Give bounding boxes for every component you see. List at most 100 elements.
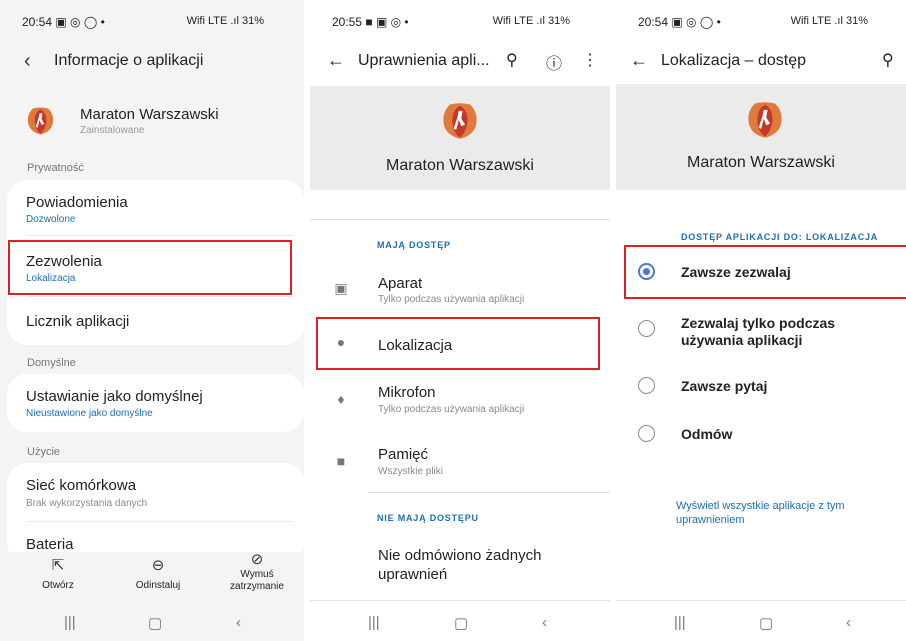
back-arrow-icon[interactable]: ← xyxy=(630,50,648,71)
status-bar: 20:55 ■ ▣ ◎ • Wifi LTE .ıl 31% xyxy=(310,0,610,40)
allowed-caption: MAJĄ DOSTĘP xyxy=(377,240,451,250)
option-ask-label: Zawsze pytaj xyxy=(681,378,768,394)
divider xyxy=(310,600,610,601)
help-icon[interactable]: ⓘ xyxy=(546,50,562,74)
status-bar: 20:54 ▣ ◎ ◯ • Wifi LTE .ıl 31% xyxy=(616,0,906,40)
recents-icon[interactable]: ||| xyxy=(64,614,76,631)
radio-unselected[interactable] xyxy=(638,377,655,394)
recents-icon[interactable]: ||| xyxy=(674,614,686,631)
app-banner: Maraton Warszawski xyxy=(616,84,906,190)
link-line-1: Wyświetl wszystkie aplikacje z tym xyxy=(676,500,845,512)
uninstall-button[interactable]: ⊖ Odinstaluj xyxy=(128,556,188,591)
storage-title: Pamięć xyxy=(378,446,429,463)
app-counter-title: Licznik aplikacji xyxy=(26,313,130,330)
page-title: Informacje o aplikacji xyxy=(54,52,204,69)
recents-icon[interactable]: ||| xyxy=(368,614,380,631)
back-icon[interactable]: ‹ xyxy=(236,614,241,631)
status-time: 20:54 ▣ ◎ ◯ • xyxy=(638,15,721,29)
microphone-title: Mikrofon xyxy=(378,384,436,401)
divider xyxy=(310,219,610,220)
divider xyxy=(368,492,610,493)
folder-icon: ■ xyxy=(336,453,346,469)
banner-app-name: Maraton Warszawski xyxy=(687,154,835,171)
bottom-action-bar: ⇱ Otwórz ⊖ Odinstaluj ⊘ Wymuś zatrzymani… xyxy=(0,552,304,604)
radio-unselected[interactable] xyxy=(638,320,655,337)
location-access-screen: 20:54 ▣ ◎ ◯ • Wifi LTE .ıl 31% ← Lokaliz… xyxy=(616,0,906,641)
app-name: Maraton Warszawski xyxy=(80,106,219,123)
highlight-box xyxy=(316,317,600,370)
status-indicators: Wifi LTE .ıl 31% xyxy=(186,15,264,27)
app-banner: Maraton Warszawski xyxy=(310,86,610,190)
location-header: ← Lokalizacja – dostęp ⚲ xyxy=(616,44,906,80)
status-indicators: Wifi LTE .ıl 31% xyxy=(790,15,868,27)
defaults-card[interactable]: Ustawianie jako domyślnej Nieustawione j… xyxy=(7,374,304,432)
page-title: Lokalizacja – dostęp xyxy=(661,52,806,69)
force-stop-label-2: zatrzymanie xyxy=(230,581,284,592)
banner-app-name: Maraton Warszawski xyxy=(386,157,534,174)
app-permissions-screen: 20:55 ■ ▣ ◎ • Wifi LTE .ıl 31% ← Uprawni… xyxy=(310,0,610,641)
none-denied-line-1: Nie odmówiono żadnych xyxy=(378,547,542,564)
app-logo-icon xyxy=(748,102,782,138)
camera-title: Aparat xyxy=(378,275,423,292)
camera-sub: Tylko podczas używania aplikacji xyxy=(378,294,525,305)
back-chevron-icon[interactable]: ‹ xyxy=(24,50,31,73)
home-icon[interactable]: ▢ xyxy=(759,614,773,632)
usage-card: Sieć komórkowa Brak wykorzystania danych… xyxy=(7,463,304,563)
radio-unselected[interactable] xyxy=(638,425,655,442)
home-icon[interactable]: ▢ xyxy=(454,614,468,632)
divider xyxy=(616,600,906,601)
access-caption: DOSTĘP APLIKACJI DO: LOKALIZACJA xyxy=(681,232,879,242)
none-denied-line-2: uprawnień xyxy=(378,566,448,583)
status-time: 20:55 ■ ▣ ◎ • xyxy=(332,15,409,29)
minus-circle-icon: ⊖ xyxy=(151,557,165,574)
microphone-icon: ♦ xyxy=(337,391,345,407)
uninstall-label: Odinstaluj xyxy=(135,580,181,591)
app-info-header: ‹ Informacje o aplikacji xyxy=(0,44,304,80)
back-icon[interactable]: ‹ xyxy=(542,614,547,631)
force-stop-button[interactable]: ⊘ Wymuś zatrzymanie xyxy=(222,551,292,593)
home-icon[interactable]: ▢ xyxy=(148,614,162,632)
back-icon[interactable]: ‹ xyxy=(846,614,851,631)
block-icon: ⊘ xyxy=(250,551,264,568)
battery-title: Bateria xyxy=(26,536,74,553)
link-line-2: uprawnieniem xyxy=(676,514,745,526)
app-logo-icon xyxy=(443,103,477,139)
app-install-status: Zainstalowane xyxy=(80,125,145,136)
mobile-data-value: Brak wykorzystania danych xyxy=(26,498,148,509)
app-info-screen: 20:54 ▣ ◎ ◯ • Wifi LTE .ıl 31% ‹ Informa… xyxy=(0,0,304,641)
status-time: 20:54 ▣ ◎ ◯ • xyxy=(22,15,105,29)
system-navbar: ||| ▢ ‹ xyxy=(0,604,304,641)
highlight-box xyxy=(8,240,292,295)
divider xyxy=(26,235,294,236)
highlight-box xyxy=(624,245,906,299)
open-button[interactable]: ⇱ Otwórz xyxy=(38,556,78,591)
notifications-title: Powiadomienia xyxy=(26,194,128,211)
section-privacy-label: Prywatność xyxy=(27,162,84,174)
option-while-using-label-1: Zezwalaj tylko podczas xyxy=(681,315,836,331)
mobile-data-title: Sieć komórkowa xyxy=(26,477,137,494)
app-logo-icon xyxy=(27,107,54,135)
open-label: Otwórz xyxy=(42,580,74,591)
more-options-icon[interactable]: ⋮ xyxy=(582,50,598,70)
permissions-header: ← Uprawnienia apli... ⚲ ⓘ ⋮ xyxy=(310,44,610,80)
system-navbar: ||| ▢ ‹ xyxy=(616,604,906,641)
section-usage-label: Użycie xyxy=(27,446,61,458)
denied-caption: NIE MAJĄ DOSTĘPU xyxy=(377,513,479,523)
set-default-value: Nieustawione jako domyślne xyxy=(26,408,153,419)
search-icon[interactable]: ⚲ xyxy=(506,50,518,70)
storage-sub: Wszystkie pliki xyxy=(378,466,444,477)
section-defaults-label: Domyślne xyxy=(27,357,76,369)
system-navbar: ||| ▢ ‹ xyxy=(310,604,610,641)
divider xyxy=(26,296,294,297)
status-indicators: Wifi LTE .ıl 31% xyxy=(492,15,570,27)
option-while-using-label-2: używania aplikacji xyxy=(681,332,803,348)
status-bar: 20:54 ▣ ◎ ◯ • Wifi LTE .ıl 31% xyxy=(0,0,304,40)
divider xyxy=(26,521,294,522)
force-stop-label-1: Wymuś xyxy=(240,569,274,580)
back-arrow-icon[interactable]: ← xyxy=(327,50,345,71)
search-icon[interactable]: ⚲ xyxy=(882,50,894,70)
option-deny-label: Odmów xyxy=(681,426,733,442)
app-summary: Maraton Warszawski Zainstalowane xyxy=(0,98,304,144)
set-default-title: Ustawianie jako domyślnej xyxy=(26,388,203,405)
notifications-value: Dozwolone xyxy=(26,214,76,225)
